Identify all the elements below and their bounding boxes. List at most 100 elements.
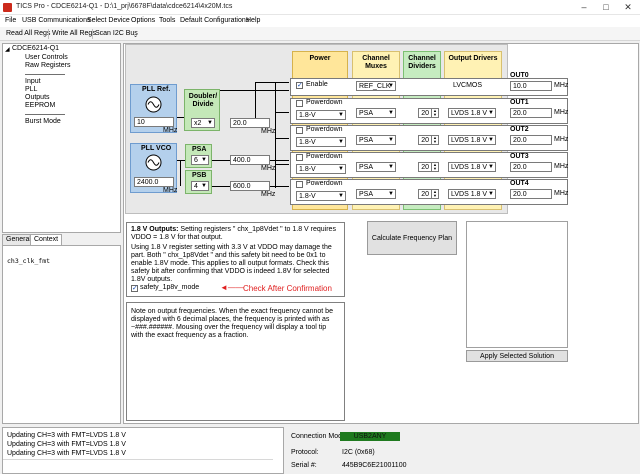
stepper-arrows-icon[interactable]: ▲ ▼ [431, 163, 438, 171]
psb-unit: MHz [261, 191, 276, 198]
powerdown-checkbox[interactable] [296, 181, 303, 188]
maximize-button[interactable]: □ [595, 0, 617, 15]
powerdown-label: Powerdown [306, 126, 343, 133]
pll-vco-frequency: 2400.0 [134, 177, 174, 187]
psb-select[interactable]: 4 ▼ [191, 181, 209, 191]
voltage-select-2[interactable]: 1.8-V ▼ [296, 137, 346, 147]
divider-stepper-3[interactable]: 20 ▲ ▼ [418, 162, 439, 172]
powerdown-label: Powerdown [306, 99, 343, 106]
wire [275, 82, 276, 188]
connection-mode-badge: USB2ANY [340, 432, 400, 441]
chevron-down-icon: ▼ [338, 112, 344, 118]
chevron-down-icon: ▼ [388, 110, 394, 116]
tree-item-input[interactable]: Input [25, 78, 41, 85]
info-text-1: 1.8 V Outputs: Setting registers " chx_1… [131, 226, 336, 241]
powerdown-checkbox[interactable] [296, 100, 303, 107]
stepper-arrows-icon[interactable]: ▲ ▼ [431, 190, 438, 198]
pll-vco-unit: MHz [163, 187, 178, 194]
driver-select-2[interactable]: LVDS 1.8 V ▼ [448, 135, 496, 145]
connection-panel: Connection Mode: USB2ANY Protocol: I2C (… [287, 427, 640, 474]
doubler-title: Doubler/ Divide [188, 93, 218, 108]
psa-select[interactable]: 6 ▼ [191, 155, 209, 165]
out0-unit: MHz [554, 82, 569, 89]
mux-select-4[interactable]: PSA ▼ [356, 189, 396, 199]
chevron-down-icon: ▼ [488, 191, 494, 197]
chevron-down-icon: ▼ [488, 137, 494, 143]
write-all-regs-button[interactable]: Write All Regs [50, 29, 98, 39]
solution-list[interactable] [466, 221, 568, 348]
mux-select-1[interactable]: PSA ▼ [356, 108, 396, 118]
wire [275, 112, 289, 113]
oscillator-icon [145, 154, 162, 171]
mux-select-2[interactable]: PSA ▼ [356, 135, 396, 145]
note-text: Note on output frequencies. When the exa… [131, 308, 333, 339]
out3-label: OUT3 [510, 153, 529, 160]
chevron-down-icon: ▼ [388, 137, 394, 143]
read-all-regs-button[interactable]: Read All Regs [4, 29, 52, 39]
enable-label: Enable [306, 81, 328, 88]
info-text-2: Using 1.8 V register setting with 3.3 V … [131, 244, 332, 283]
chevron-down-icon: ▼ [388, 191, 394, 197]
tree-item-eeprom[interactable]: EEPROM [25, 102, 55, 109]
out0-label: OUT0 [510, 72, 529, 79]
chevron-down-icon: ▼ [201, 183, 207, 189]
stepper-arrows-icon[interactable]: ▲ ▼ [431, 109, 438, 117]
voltage-select-1[interactable]: 1.8-V ▼ [296, 110, 346, 120]
wire [275, 164, 289, 165]
serial-value: 445B9C6E21001100 [342, 462, 407, 469]
oscillator-icon [145, 96, 162, 113]
toolbar-overflow-icon[interactable]: ⌄ [133, 32, 138, 39]
mux-select-3[interactable]: PSA ▼ [356, 162, 396, 172]
menu-select-device[interactable]: Select Device [87, 17, 130, 24]
pll-ref-input[interactable]: 10 [134, 117, 174, 127]
check-after-confirmation-annotation: Check After Confirmation [243, 284, 332, 293]
tree-item-pll[interactable]: PLL [25, 86, 37, 93]
enable-checkbox[interactable] [296, 81, 303, 89]
menu-help[interactable]: Help [246, 17, 260, 24]
driver-select-3[interactable]: LVDS 1.8 V ▼ [448, 162, 496, 172]
menu-default-configurations[interactable]: Default Configurations [180, 17, 249, 24]
close-button[interactable]: ✕ [617, 0, 639, 15]
driver-select-4[interactable]: LVDS 1.8 V ▼ [448, 189, 496, 199]
psb-frequency: 600.0 [230, 181, 270, 191]
safety-1p8v-checkbox[interactable] [131, 284, 138, 292]
tree-item-outputs[interactable]: Outputs [25, 94, 50, 101]
minimize-button[interactable]: – [573, 0, 595, 15]
tree-root-device[interactable]: CDCE6214-Q1 [12, 45, 59, 52]
calculate-frequency-plan-button[interactable]: Calculate Frequency Plan [367, 221, 457, 255]
chevron-down-icon: ▼ [388, 164, 394, 170]
tree-item-raw-registers[interactable]: Raw Registers [25, 62, 71, 69]
apply-selected-solution-button[interactable]: Apply Selected Solution [466, 350, 568, 362]
divider-stepper-4[interactable]: 20 ▲ ▼ [418, 189, 439, 199]
psa-title: PSA [192, 146, 207, 153]
powerdown-checkbox[interactable] [296, 154, 303, 161]
menu-options[interactable]: Options [131, 17, 155, 24]
doubler-select[interactable]: x2 ▼ [191, 118, 215, 128]
stepper-arrows-icon[interactable]: ▲ ▼ [431, 136, 438, 144]
mux-select-0[interactable]: REF_CLK ▼ [356, 81, 396, 91]
divider-stepper-1[interactable]: 20 ▲ ▼ [418, 108, 439, 118]
chevron-down-icon: ▼ [207, 120, 213, 126]
menu-tools[interactable]: Tools [159, 17, 175, 24]
log-line: Updating CH=3 with FMT=LVDS 1.8 V [7, 450, 126, 457]
out2-frequency: 20.0 [510, 135, 552, 145]
divider-stepper-2[interactable]: 20 ▲ ▼ [418, 135, 439, 145]
driver-select-1[interactable]: LVDS 1.8 V ▼ [448, 108, 496, 118]
driver-header: Output Drivers [448, 55, 498, 62]
tree-separator [25, 114, 65, 115]
menu-bar: File USB Communications Select Device Op… [0, 15, 640, 27]
serial-label: Serial #: [291, 462, 317, 469]
doubler-frequency: 20.0 [230, 118, 270, 128]
psb-title: PSB [192, 172, 207, 179]
left-tabs: General Context [2, 234, 121, 246]
tree-item-burst-mode[interactable]: Burst Mode [25, 118, 61, 125]
voltage-select-3[interactable]: 1.8-V ▼ [296, 164, 346, 174]
tree-item-user-controls[interactable]: User Controls [25, 54, 68, 61]
voltage-select-4[interactable]: 1.8-V ▼ [296, 191, 346, 201]
menu-usb-communications[interactable]: USB Communications [22, 17, 90, 24]
powerdown-checkbox[interactable] [296, 127, 303, 134]
pll-ref-title: PLL Ref. [142, 86, 171, 93]
out1-frequency: 20.0 [510, 108, 552, 118]
collapse-icon[interactable]: ◢ [5, 46, 10, 53]
menu-file[interactable]: File [5, 17, 16, 24]
